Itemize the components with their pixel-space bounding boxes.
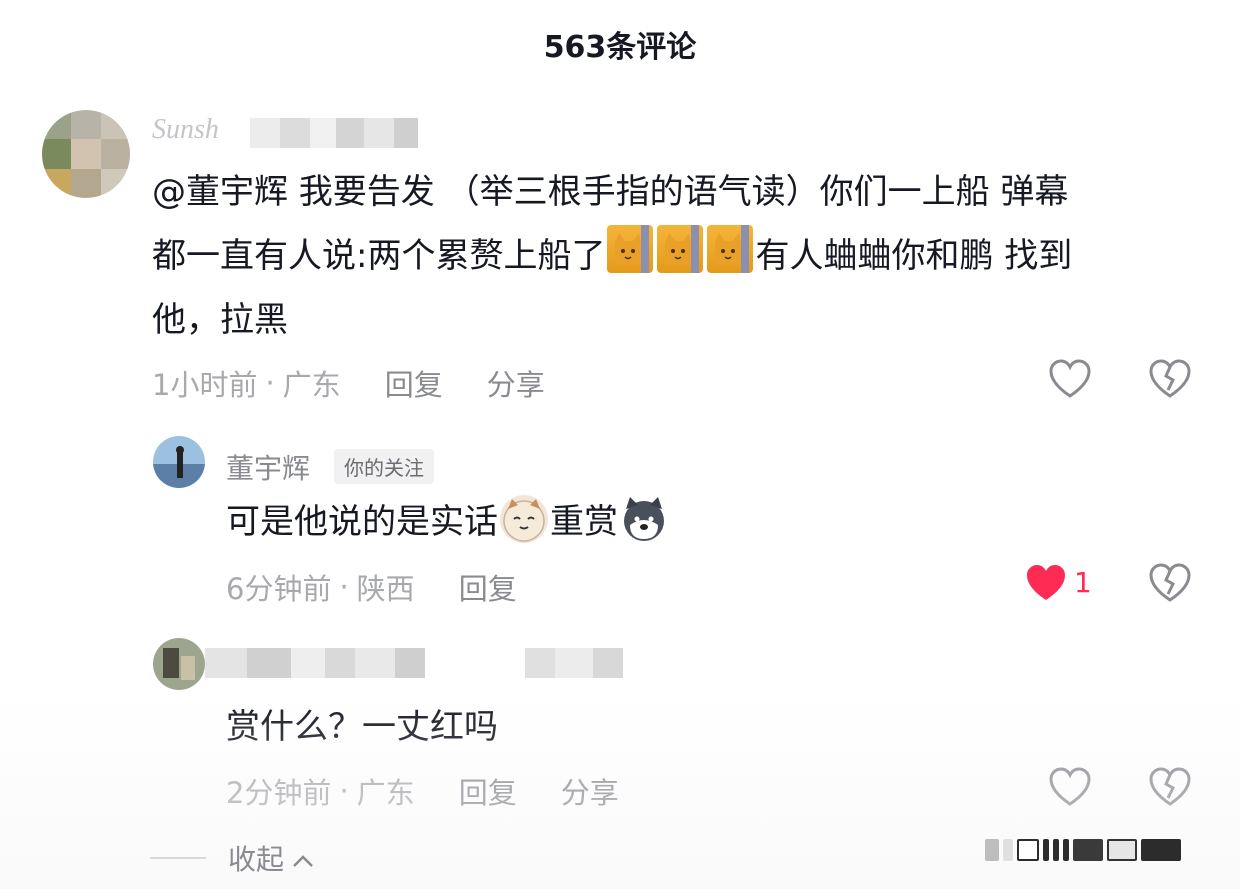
avatar[interactable] xyxy=(42,110,130,198)
cat-emoji xyxy=(607,225,654,273)
like-count: 1 xyxy=(1074,566,1092,599)
heart-icon[interactable] xyxy=(1048,358,1092,404)
reply-avatar[interactable] xyxy=(153,436,205,488)
share-button[interactable]: 分享 xyxy=(487,362,545,404)
dislike-icon[interactable] xyxy=(1148,358,1192,404)
comment-line-1: @董宇辉 我要告发 （举三根手指的语气读）你们一上船 弹幕 xyxy=(152,172,1069,212)
comment-location: 广东 xyxy=(282,368,341,402)
collapse-label: 收起 xyxy=(228,843,285,876)
cat-face-emoji xyxy=(500,495,548,543)
reply-text-part-a: 可是他说的是实话 xyxy=(226,502,498,542)
separator: · xyxy=(339,774,349,808)
chevron-up-icon xyxy=(292,842,314,875)
dislike-icon[interactable] xyxy=(1148,766,1192,812)
reply-location: 陕西 xyxy=(356,572,415,606)
comment-line-2-part-a: 都一直有人说:两个累赘上船了 xyxy=(152,236,606,276)
heart-filled-icon[interactable] xyxy=(1024,562,1068,608)
separator: · xyxy=(265,366,275,400)
reply-meta: 6分钟前 · 陕西 回复 xyxy=(226,566,517,608)
reply-meta: 2分钟前 · 广东 回复 分享 xyxy=(226,770,619,812)
reply-time: 6分钟前 xyxy=(226,572,332,606)
separator: · xyxy=(339,570,349,604)
comment-line-2-part-b: 有人蛐蛐你和鹏 找到 xyxy=(755,236,1073,276)
comment-meta: 1小时前 · 广东 回复 分享 xyxy=(152,362,545,404)
husky-emoji xyxy=(620,495,668,543)
blurred-username xyxy=(250,118,418,148)
reply-button[interactable]: 回复 xyxy=(385,362,443,404)
watermark xyxy=(985,835,1215,865)
reply-location: 广东 xyxy=(356,776,415,810)
reply-time: 2分钟前 xyxy=(226,776,332,810)
cat-emoji xyxy=(657,225,704,273)
reply-text-part-b: 重赏 xyxy=(550,502,618,542)
collapse-replies-button[interactable]: 收起 xyxy=(150,838,314,878)
reply-button[interactable]: 回复 xyxy=(459,566,517,608)
reply-button[interactable]: 回复 xyxy=(459,770,517,812)
divider xyxy=(150,857,206,859)
reply-text: 赏什么？一丈红吗 xyxy=(226,707,498,747)
following-badge: 你的关注 xyxy=(334,449,434,484)
dislike-icon[interactable] xyxy=(1148,562,1192,608)
comment-line-3: 他，拉黑 xyxy=(152,300,288,340)
comment-line-2: 都一直有人说:两个累赘上船了 有人蛐蛐你和鹏 找到 xyxy=(152,224,1212,288)
reply-text: 可是他说的是实话 重赏 xyxy=(226,490,670,554)
heart-icon[interactable] xyxy=(1048,766,1092,812)
reply-username[interactable]: 董宇辉 xyxy=(226,447,310,487)
comment-text: @董宇辉 我要告发 （举三根手指的语气读）你们一上船 弹幕 都一直有人说:两个累… xyxy=(152,160,1212,352)
comments-count-title: 563条评论 xyxy=(543,30,697,65)
blurred-reply-target xyxy=(525,648,623,678)
share-button[interactable]: 分享 xyxy=(561,770,619,812)
cat-emoji xyxy=(707,225,754,273)
comment-username[interactable]: Sunsh xyxy=(152,114,219,146)
comment-time: 1小时前 xyxy=(152,368,258,402)
blurred-username xyxy=(205,648,425,678)
reply-avatar[interactable] xyxy=(153,638,205,690)
